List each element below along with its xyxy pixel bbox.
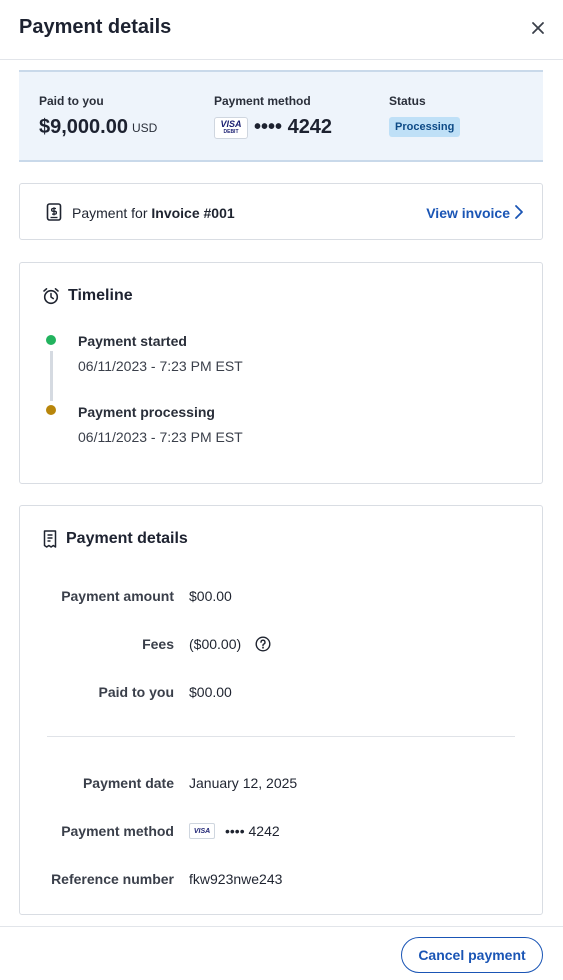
modal-header: Payment details <box>0 0 563 60</box>
help-icon[interactable] <box>255 636 271 652</box>
timeline-connector <box>50 351 53 401</box>
details-divider <box>47 736 515 737</box>
summary-paid: Paid to you $9,000.00 USD <box>39 94 157 139</box>
timeline-card: Timeline Payment started 06/11/2023 - 7:… <box>19 262 543 484</box>
timeline-event-date: 06/11/2023 - 7:23 PM EST <box>78 358 243 374</box>
payment-summary: Paid to you $9,000.00 USD Payment method… <box>19 70 543 162</box>
paid-currency: USD <box>131 120 158 135</box>
summary-status: Status Processing <box>389 94 461 137</box>
payment-date-value: January 12, 2025 <box>189 775 298 791</box>
paid-to-you-label: Paid to you <box>98 684 174 700</box>
view-invoice-link[interactable]: View invoice <box>426 205 510 221</box>
receipt-dollar-icon <box>46 203 62 221</box>
timeline-event-date: 06/11/2023 - 7:23 PM EST <box>78 429 243 445</box>
receipt-icon <box>43 530 57 548</box>
invoice-prefix: Payment for <box>72 205 152 221</box>
payment-date-label: Payment date <box>82 775 174 791</box>
modal-footer: Cancel payment <box>0 926 563 980</box>
payment-method-label: Payment method <box>61 823 174 839</box>
details-title: Payment details <box>66 530 188 547</box>
chevron-right-icon[interactable] <box>514 204 524 220</box>
timeline-title: Timeline <box>68 287 133 304</box>
cancel-payment-button[interactable]: Cancel payment <box>401 937 543 973</box>
timeline-header: Timeline <box>42 287 133 305</box>
fees-label: Fees <box>142 636 174 652</box>
fees-value: ($00.00) <box>189 636 242 652</box>
timeline-dot-started <box>46 335 56 345</box>
timeline-event-title: Payment processing <box>78 404 215 420</box>
modal-title: Payment details <box>19 16 172 38</box>
fees-row: ($00.00) <box>189 636 271 652</box>
close-icon[interactable] <box>531 21 545 35</box>
alarm-clock-icon <box>43 288 59 305</box>
visa-card-icon: VISA <box>189 823 215 839</box>
invoice-number: Invoice #001 <box>151 205 235 221</box>
payment-method-row: VISA •••• 4242 <box>189 823 280 839</box>
invoice-card: Payment for Invoice #001 View invoice <box>19 183 543 240</box>
method-label: Payment method <box>214 94 311 108</box>
reference-number-label: Reference number <box>51 871 174 887</box>
reference-number-value: fkw923nwe243 <box>189 871 283 887</box>
paid-amount: $9,000.00 <box>39 116 128 138</box>
summary-method: Payment method VISA DEBIT •••• 4242 <box>214 94 332 139</box>
details-header: Payment details <box>42 530 188 548</box>
payment-details-card: Payment details Payment amount $00.00 Fe… <box>19 505 543 915</box>
close-button[interactable] <box>527 17 549 39</box>
method-masked-number: •••• 4242 <box>254 116 333 138</box>
timeline-event-title: Payment started <box>78 333 187 349</box>
timeline-dot-processing <box>46 405 56 415</box>
paid-to-you-value: $00.00 <box>189 684 232 700</box>
paid-label: Paid to you <box>39 94 104 108</box>
status-label: Status <box>389 94 426 108</box>
invoice-label: Payment for Invoice #001 <box>72 205 235 221</box>
paid-amount-row: $9,000.00 USD <box>39 116 157 139</box>
payment-method-masked: •••• 4242 <box>225 823 280 839</box>
payment-amount-value: $00.00 <box>189 588 232 604</box>
payment-amount-label: Payment amount <box>61 588 174 604</box>
method-row: VISA DEBIT •••• 4242 <box>214 116 332 139</box>
visa-card-icon: VISA DEBIT <box>214 116 248 139</box>
status-badge: Processing <box>389 117 461 137</box>
